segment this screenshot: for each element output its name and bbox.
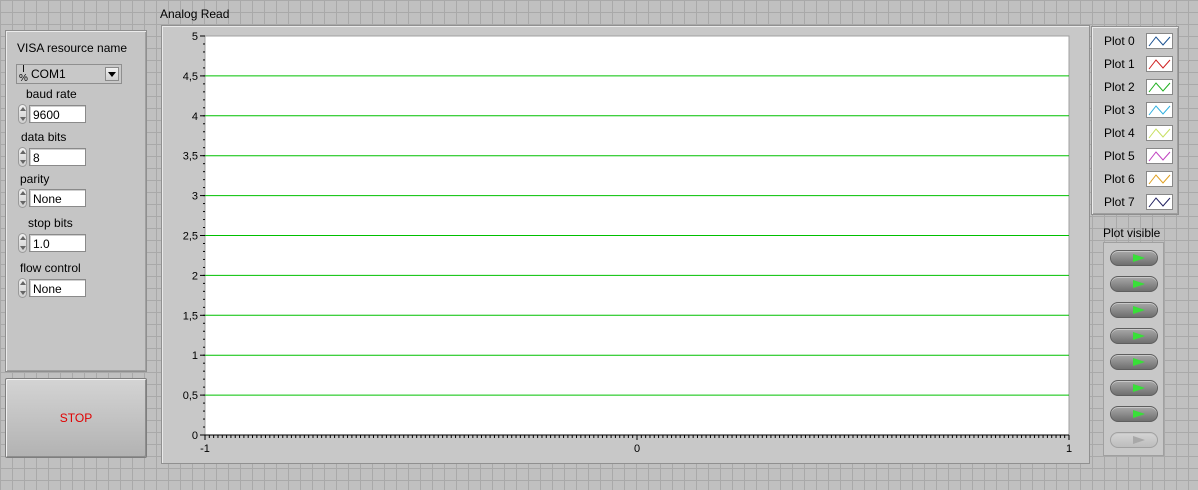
y-tick-label: 0,5 [183, 390, 198, 402]
x-tick-label: -1 [200, 443, 210, 455]
play-arrow-icon [1133, 306, 1145, 314]
visa-resource-selector[interactable]: I% COM1 [16, 64, 122, 84]
play-arrow-icon [1133, 332, 1145, 340]
play-arrow-icon [1133, 410, 1145, 418]
y-tick-label: 3,5 [183, 151, 198, 163]
plot-line-icon [1146, 125, 1173, 141]
y-tick-label: 0 [192, 430, 198, 442]
plot-line-icon [1146, 79, 1173, 95]
flow-control-stepper[interactable] [18, 278, 27, 298]
stop-bits-label: stop bits [28, 216, 73, 230]
play-arrow-icon [1133, 384, 1145, 392]
visa-io-icon: I% [19, 64, 28, 84]
stop-bits-field[interactable]: 1.0 [29, 234, 86, 252]
plot-line-icon [1146, 33, 1173, 49]
y-tick-label: 1,5 [183, 310, 198, 322]
legend-item-label: Plot 0 [1104, 34, 1135, 48]
x-tick-label: 1 [1066, 443, 1072, 455]
plot-visible-toggle[interactable] [1110, 302, 1158, 318]
flow-control-label: flow control [20, 261, 81, 275]
data-bits-stepper[interactable] [18, 147, 27, 167]
y-tick-label: 3 [192, 191, 198, 203]
legend-item-label: Plot 2 [1104, 80, 1135, 94]
legend-item[interactable]: Plot 6 [1092, 168, 1178, 191]
plot-visible-toggle[interactable] [1110, 406, 1158, 422]
parity-stepper[interactable] [18, 188, 27, 208]
plot-visible-toggle[interactable] [1110, 380, 1158, 396]
plot-visible-array [1103, 242, 1164, 456]
stop-button[interactable]: STOP [5, 378, 147, 458]
data-bits-field[interactable]: 8 [29, 148, 86, 166]
parity-label: parity [20, 172, 50, 186]
legend-item-label: Plot 4 [1104, 126, 1135, 140]
plot-visible-toggle[interactable] [1110, 328, 1158, 344]
legend-item[interactable]: Plot 2 [1092, 76, 1178, 99]
plot-legend: Plot 0 Plot 1 Plot 2 Plot 3 Plot 4 Plot 5 Plot… [1091, 26, 1179, 215]
plot-visible-label: Plot visible [1103, 226, 1161, 240]
play-arrow-icon [1133, 436, 1145, 444]
y-tick-label: 1 [192, 350, 198, 362]
y-tick-label: 2 [192, 270, 198, 282]
legend-item-label: Plot 1 [1104, 57, 1135, 71]
chevron-down-icon[interactable] [105, 67, 119, 81]
data-bits-label: data bits [21, 130, 67, 144]
parity-field[interactable]: None [29, 189, 86, 207]
stop-bits-stepper[interactable] [18, 233, 27, 253]
chart-title: Analog Read [160, 7, 230, 21]
play-arrow-icon [1133, 254, 1145, 262]
legend-item[interactable]: Plot 7 [1092, 191, 1178, 214]
legend-item[interactable]: Plot 4 [1092, 122, 1178, 145]
plot-line-icon [1146, 171, 1173, 187]
legend-item-label: Plot 7 [1104, 195, 1135, 209]
legend-item[interactable]: Plot 3 [1092, 99, 1178, 122]
y-tick-label: 2,5 [183, 231, 198, 243]
stop-button-label: STOP [59, 411, 93, 425]
baud-rate-label: baud rate [26, 87, 77, 101]
y-tick-label: 5 [192, 31, 198, 43]
plot-visible-toggle[interactable] [1110, 276, 1158, 292]
visa-resource-value: COM1 [31, 67, 66, 81]
chart-plot-area[interactable]: 00,511,522,533,544,55-1 0 1 [162, 26, 1089, 463]
legend-item[interactable]: Plot 1 [1092, 53, 1178, 76]
legend-item[interactable]: Plot 0 [1092, 30, 1178, 53]
plot-visible-toggle[interactable] [1110, 354, 1158, 370]
plot-visible-toggle[interactable] [1110, 250, 1158, 266]
plot-visible-toggle[interactable] [1110, 432, 1158, 448]
legend-item[interactable]: Plot 5 [1092, 145, 1178, 168]
legend-item-label: Plot 6 [1104, 172, 1135, 186]
flow-control-field[interactable]: None [29, 279, 86, 297]
play-arrow-icon [1133, 280, 1145, 288]
plot-line-icon [1146, 194, 1173, 210]
baud-rate-stepper[interactable] [18, 104, 27, 124]
x-tick-label: 0 [634, 443, 640, 455]
plot-line-icon [1146, 56, 1173, 72]
play-arrow-icon [1133, 358, 1145, 366]
visa-resource-label: VISA resource name [17, 41, 128, 55]
plot-line-icon [1146, 102, 1173, 118]
plot-line-icon [1146, 148, 1173, 164]
legend-item-label: Plot 3 [1104, 103, 1135, 117]
waveform-chart: 0 0,5 1 1,5 2 2,5 3 3,5 4 4,5 5 -1 0 1 [161, 25, 1090, 464]
y-tick-label: 4,5 [183, 71, 198, 83]
y-tick-label: 4 [192, 111, 198, 123]
baud-rate-field[interactable]: 9600 [29, 105, 86, 123]
legend-item-label: Plot 5 [1104, 149, 1135, 163]
